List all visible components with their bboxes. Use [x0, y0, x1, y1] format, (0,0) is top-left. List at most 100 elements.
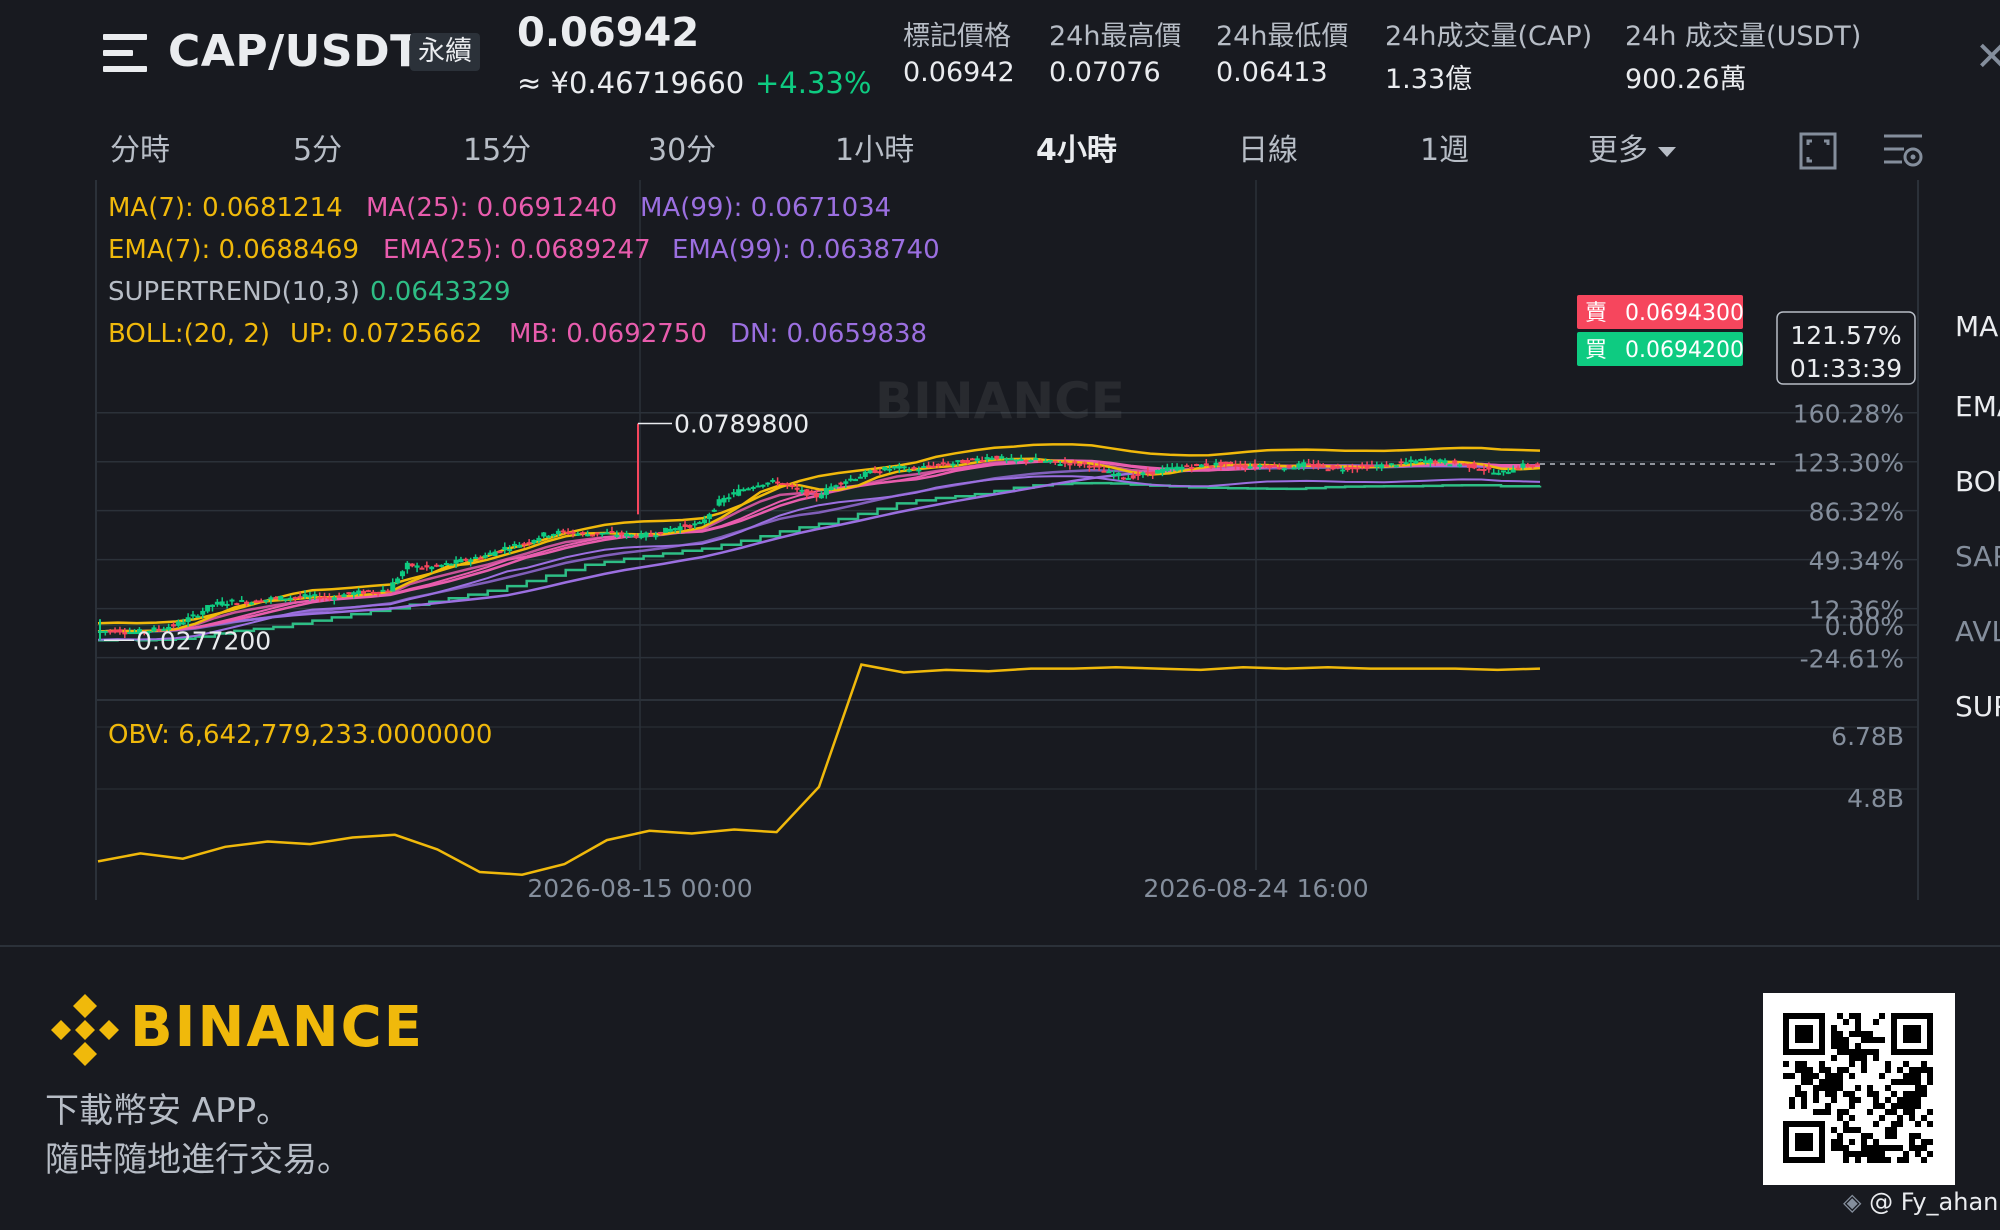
qr-module: [1873, 1157, 1879, 1163]
tab-more[interactable]: 更多: [1588, 125, 1676, 169]
qr-module: [1885, 1085, 1891, 1091]
candle-body: [565, 531, 571, 534]
side-item-ema[interactable]: EMA: [1955, 390, 2000, 423]
side-item-sar[interactable]: SAR: [1955, 540, 2000, 573]
qr-finder-module: [1795, 1133, 1813, 1151]
candle-body: [1169, 467, 1175, 470]
symbol-title[interactable]: CAP/USDT: [168, 26, 421, 77]
footer-download-text: 下載幣安 APP。: [45, 1091, 291, 1131]
candle-body: [984, 457, 990, 460]
candle-body: [896, 465, 902, 469]
candle-body: [1413, 460, 1419, 464]
qr-module: [1867, 1085, 1873, 1091]
side-item-super[interactable]: SUPER: [1955, 690, 2000, 723]
candle-body: [497, 550, 503, 553]
qr-module: [1819, 1079, 1825, 1085]
qr-module: [1915, 1133, 1921, 1139]
candle-body: [721, 497, 727, 503]
tab-15m[interactable]: 15分: [463, 125, 531, 169]
close-icon[interactable]: ✕: [1975, 34, 2000, 80]
menu-icon[interactable]: [103, 34, 149, 74]
candle-body: [1189, 467, 1195, 470]
qr-module: [1909, 1109, 1915, 1115]
price-axis-tick: 0.00%: [1825, 612, 1904, 641]
ma7-label: MA(7): 0.0681214: [108, 193, 343, 223]
candle-body: [248, 602, 254, 605]
candle-body: [336, 595, 342, 598]
qr-module: [1819, 1109, 1825, 1115]
tab-5m[interactable]: 5分: [293, 125, 342, 169]
qr-module: [1801, 1079, 1807, 1085]
candle-body: [463, 558, 469, 561]
candle-body: [1057, 464, 1063, 467]
chart-settings-icon[interactable]: [1882, 131, 1924, 171]
qr-module: [1843, 1019, 1849, 1025]
candle-body: [1150, 471, 1156, 475]
qr-module: [1915, 1073, 1921, 1079]
qr-module: [1879, 1145, 1885, 1151]
qr-module: [1909, 1145, 1915, 1151]
qr-module: [1891, 1103, 1897, 1109]
qr-module: [1861, 1037, 1867, 1043]
qr-module: [1801, 1091, 1807, 1097]
candle-body: [697, 522, 703, 525]
candle-body: [477, 557, 483, 560]
candle-body: [1296, 463, 1302, 468]
tab-1d[interactable]: 日線: [1238, 125, 1298, 169]
watermark-diamond-icon: ◈: [1843, 1188, 1862, 1216]
qr-module: [1903, 1061, 1909, 1067]
tab-more-label: 更多: [1588, 133, 1648, 168]
candle-body: [404, 562, 410, 570]
qr-module: [1915, 1079, 1921, 1085]
tab-1h[interactable]: 1小時: [835, 125, 914, 169]
boll-mb-label: MB: 0.0692750: [509, 319, 707, 349]
candle-body: [550, 534, 556, 537]
candle-body: [1349, 467, 1355, 470]
side-item-ma[interactable]: MA: [1955, 310, 1998, 343]
qr-module: [1843, 1091, 1849, 1097]
qr-module: [1855, 1025, 1861, 1031]
qr-module: [1849, 1091, 1855, 1097]
qr-module: [1789, 1097, 1795, 1103]
tab-30m[interactable]: 30分: [648, 125, 716, 169]
candle-body: [1228, 461, 1234, 464]
side-item-boll[interactable]: BOLL: [1955, 465, 2000, 498]
qr-module: [1873, 1103, 1879, 1109]
candle-body: [1247, 466, 1253, 469]
candle-body: [614, 534, 620, 537]
candle-body: [1364, 465, 1370, 469]
candle-body: [258, 600, 264, 603]
qr-module: [1807, 1079, 1813, 1085]
qr-module: [1879, 1151, 1885, 1157]
candle-body: [1242, 464, 1248, 469]
qr-module: [1849, 1151, 1855, 1157]
candle-countdown: 01:33:39: [1790, 354, 1902, 383]
side-item-avl[interactable]: AVL: [1955, 615, 2000, 648]
qr-module: [1891, 1121, 1897, 1127]
candle-body: [1408, 459, 1414, 463]
qr-module: [1885, 1109, 1891, 1115]
tab-1w[interactable]: 1週: [1420, 125, 1469, 169]
tab-4h[interactable]: 4小時: [1036, 125, 1117, 169]
qr-module: [1903, 1073, 1909, 1079]
time-axis-tick: 2026-08-15 00:00: [527, 874, 752, 900]
candle-body: [930, 465, 936, 468]
candle-body: [702, 519, 708, 524]
qr-module: [1837, 1037, 1843, 1043]
candle-body: [828, 486, 834, 490]
qr-module: [1867, 1049, 1873, 1055]
candle-body: [1486, 466, 1492, 470]
boll-dn-label: DN: 0.0659838: [730, 319, 928, 349]
candle-body: [1520, 463, 1526, 468]
candle-body: [926, 465, 932, 468]
candle-body: [940, 462, 946, 465]
fullscreen-icon[interactable]: [1798, 131, 1838, 171]
candle-body: [1500, 470, 1506, 473]
tab-time[interactable]: 分時: [110, 125, 170, 169]
qr-module: [1831, 1085, 1837, 1091]
current-price-pct: 121.57%: [1790, 321, 1901, 350]
obv-panel: [97, 663, 1541, 876]
candle-body: [887, 468, 893, 471]
qr-module: [1783, 1061, 1789, 1067]
candle-body: [302, 594, 308, 598]
